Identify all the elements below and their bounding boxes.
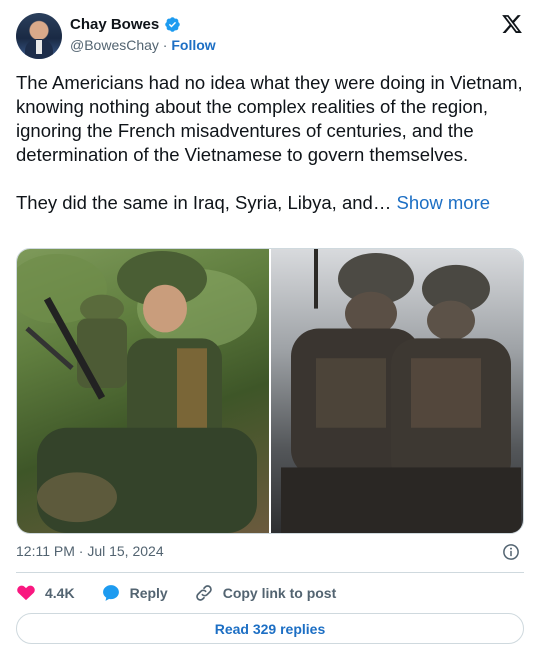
like-count: 4.4K xyxy=(45,585,75,601)
tweet-paragraph-2-text: They did the same in Iraq, Syria, Libya,… xyxy=(16,192,397,213)
copy-link-label: Copy link to post xyxy=(222,585,337,601)
x-logo-icon[interactable] xyxy=(501,13,523,35)
follow-button[interactable]: Follow xyxy=(171,37,215,53)
soldiers-muddy-photo[interactable] xyxy=(271,249,523,533)
author-handle[interactable]: @BowesChay xyxy=(70,37,159,53)
divider xyxy=(16,572,524,573)
info-icon[interactable] xyxy=(502,543,520,561)
avatar[interactable] xyxy=(16,13,62,59)
reply-label: Reply xyxy=(129,585,168,601)
soldiers-vietnam-photo[interactable] xyxy=(17,249,269,533)
handle-row: @BowesChay · Follow xyxy=(70,37,216,53)
tweet-media[interactable] xyxy=(16,248,524,534)
verified-badge-icon xyxy=(165,17,180,32)
tweet-card: Chay Bowes @BowesChay · Follow The Ameri… xyxy=(0,0,540,660)
handle-separator: · xyxy=(158,37,172,53)
author-name-row: Chay Bowes xyxy=(70,16,181,33)
timestamp[interactable]: 12:11 PM · Jul 15, 2024 xyxy=(16,543,164,559)
tweet-text: The Americians had no idea what they wer… xyxy=(16,71,526,215)
show-more-link[interactable]: Show more xyxy=(396,192,490,213)
reply-button[interactable]: Reply xyxy=(101,583,168,603)
heart-icon xyxy=(17,585,35,601)
author-name[interactable]: Chay Bowes xyxy=(70,16,159,33)
read-replies-button[interactable]: Read 329 replies xyxy=(16,613,524,644)
copy-link-button[interactable]: Copy link to post xyxy=(194,583,337,603)
reply-bubble-icon xyxy=(102,585,119,601)
link-icon xyxy=(195,585,212,601)
tweet-paragraph-2: They did the same in Iraq, Syria, Libya,… xyxy=(16,191,526,215)
like-button[interactable]: 4.4K xyxy=(16,583,75,603)
action-bar: 4.4K Reply Copy link to post xyxy=(16,583,362,603)
tweet-paragraph-1: The Americians had no idea what they wer… xyxy=(16,72,523,165)
